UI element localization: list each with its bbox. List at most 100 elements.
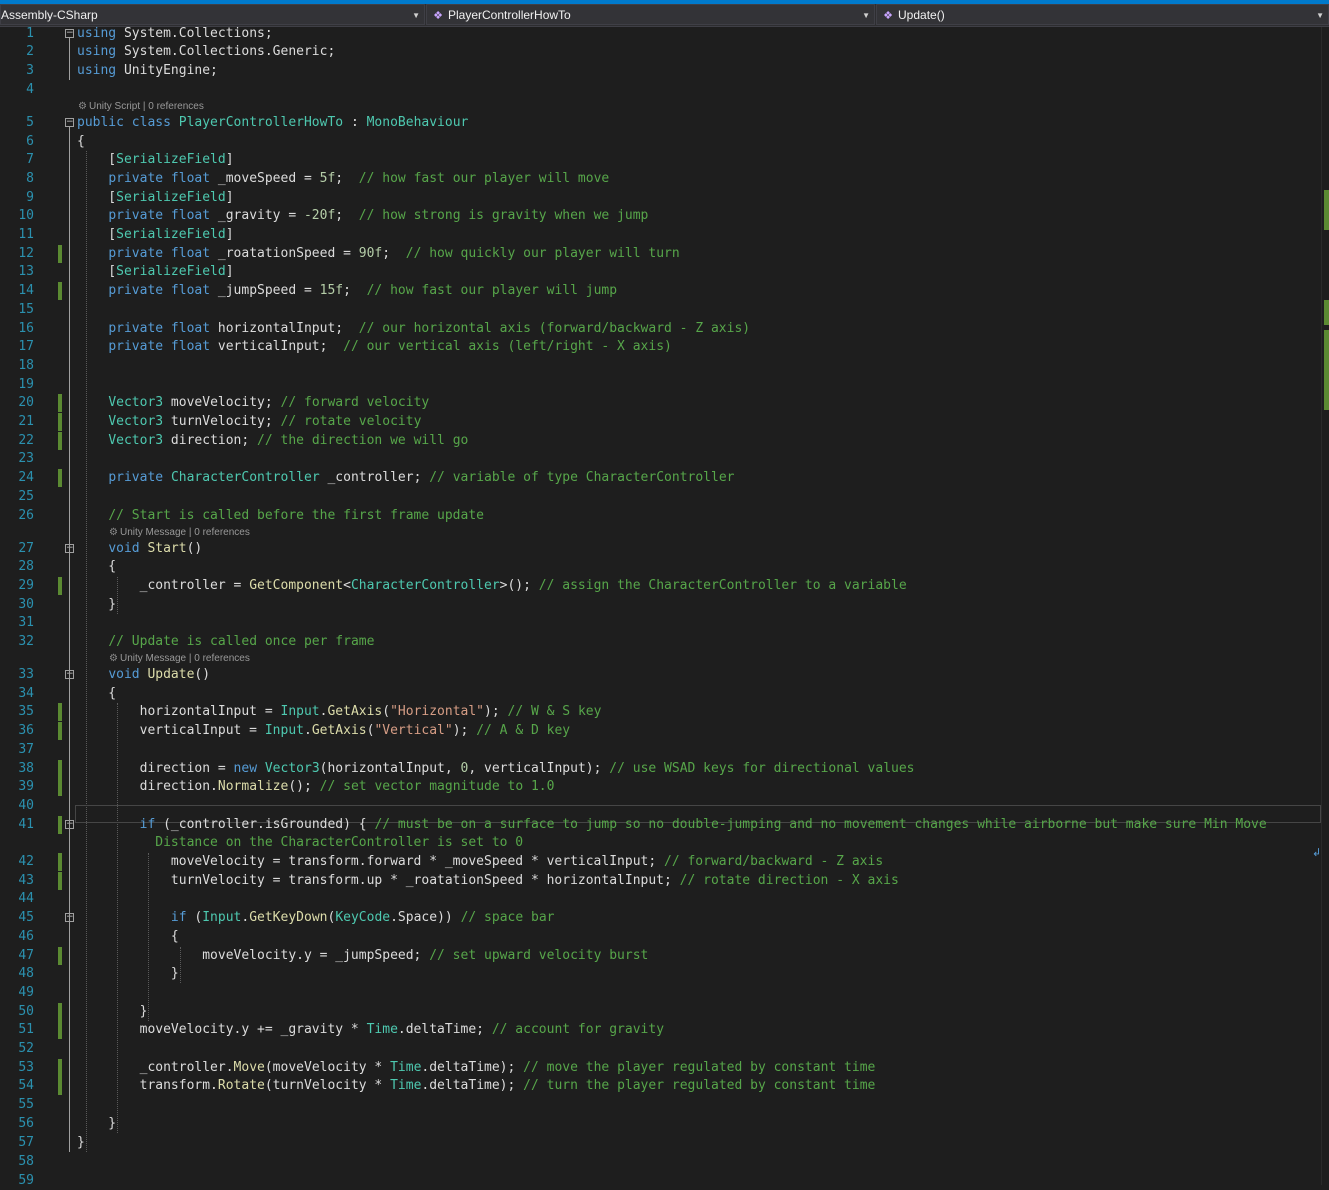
code-line[interactable]: if (Input.GetKeyDown(KeyCode.Space)) // … <box>77 909 555 927</box>
code-token: 90f <box>358 246 383 261</box>
change-marker <box>58 245 62 263</box>
code-line[interactable]: moveVelocity.y += _gravity * Time.deltaT… <box>77 1021 664 1039</box>
code-line[interactable]: public class PlayerControllerHowTo : Mon… <box>77 114 468 132</box>
collapse-icon[interactable]: − <box>65 29 74 38</box>
code-line[interactable]: [SerializeField] <box>77 263 233 281</box>
line-number: 59 <box>18 1173 34 1188</box>
code-line[interactable]: } <box>77 1134 85 1152</box>
code-token: private float <box>108 321 218 336</box>
code-line[interactable]: verticalInput = Input.GetAxis("Vertical"… <box>77 722 571 740</box>
collapse-icon[interactable]: − <box>65 118 74 127</box>
code-line[interactable]: _controller = GetComponent<CharacterCont… <box>77 577 907 595</box>
code-line[interactable]: void Start() <box>77 540 202 558</box>
code-token: direction; <box>163 433 258 448</box>
code-line[interactable]: private float _moveSpeed = 5f; // how fa… <box>77 170 609 188</box>
code-token: // how strong is gravity when we jump <box>358 208 649 223</box>
code-line[interactable]: } <box>77 596 116 614</box>
code-line[interactable]: { <box>77 928 179 946</box>
line-number: 48 <box>18 966 34 981</box>
code-token: ; <box>343 283 367 298</box>
code-line[interactable]: moveVelocity = transform.forward * _move… <box>77 853 883 871</box>
code-line[interactable]: // Update is called once per frame <box>77 633 374 651</box>
code-line[interactable]: } <box>77 1115 116 1133</box>
code-token: verticalInput = <box>77 723 265 738</box>
code-editor[interactable]: 1 2 3 4 5 6 7 8 9 10 11 12 13 14 15 16 17 18 19 20 21 22 23 24 2… <box>0 25 1329 1188</box>
line-number: 56 <box>18 1116 34 1131</box>
code-line[interactable]: [SerializeField] <box>77 189 233 207</box>
line-number: 6 <box>26 134 34 149</box>
code-line[interactable]: { <box>77 685 116 703</box>
code-line[interactable]: transform.Rotate(turnVelocity * Time.del… <box>77 1077 876 1095</box>
code-line[interactable]: Vector3 turnVelocity; // rotate velocity <box>77 413 421 431</box>
codelens-reference[interactable]: ⚙ Unity Message | 0 references <box>109 653 250 665</box>
code-token: () <box>194 667 211 682</box>
code-line[interactable]: } <box>77 965 179 983</box>
line-number: 10 <box>18 208 34 223</box>
code-line[interactable]: private float _gravity = -20f; // how st… <box>77 207 648 225</box>
code-line[interactable]: horizontalInput = Input.GetAxis("Horizon… <box>77 703 602 721</box>
code-line[interactable]: Distance on the CharacterController is s… <box>77 834 523 852</box>
line-number: 28 <box>18 559 34 574</box>
code-line[interactable]: { <box>77 558 116 576</box>
code-token: (moveVelocity * <box>264 1060 391 1075</box>
code-token: _controller. <box>77 1060 234 1075</box>
line-number: 33 <box>18 667 34 682</box>
code-line[interactable]: private float _roatationSpeed = 90f; // … <box>77 245 679 263</box>
project-dropdown[interactable]: Assembly-CSharp ▼ <box>0 4 425 25</box>
chevron-down-icon: ▼ <box>1316 11 1324 20</box>
code-line[interactable]: private float verticalInput; // our vert… <box>77 338 672 356</box>
code-line[interactable]: private CharacterController _controller;… <box>77 469 734 487</box>
code-line[interactable]: _controller.Move(moveVelocity * Time.del… <box>77 1059 876 1077</box>
code-token: moveVelocity.y = _jumpSpeed; <box>77 948 430 963</box>
code-line[interactable]: using System.Collections; <box>77 25 273 43</box>
code-line[interactable]: private float _jumpSpeed = 15f; // how f… <box>77 282 617 300</box>
code-line[interactable]: if (_controller.isGrounded) { // must be… <box>77 816 1267 834</box>
code-token: PlayerControllerHowTo <box>178 115 344 130</box>
type-dropdown[interactable]: ❖ PlayerControllerHowTo ▼ <box>426 4 875 25</box>
line-number: 38 <box>18 761 34 776</box>
code-token: private float <box>108 339 218 354</box>
code-token: Start <box>147 541 187 556</box>
chevron-down-icon: ▼ <box>862 11 870 20</box>
codelens-reference[interactable]: ⚙ Unity Message | 0 references <box>109 527 250 539</box>
change-marker <box>58 947 62 965</box>
code-token: moveVelocity.y += _gravity * <box>77 1022 367 1037</box>
line-number: 43 <box>18 873 34 888</box>
line-number: 51 <box>18 1022 34 1037</box>
code-line[interactable]: turnVelocity = transform.up * _roatation… <box>77 872 899 890</box>
code-line[interactable]: private float horizontalInput; // our ho… <box>77 320 750 338</box>
code-line[interactable]: using System.Collections.Generic; <box>77 43 335 61</box>
code-line[interactable]: direction = new Vector3(horizontalInput,… <box>77 760 915 778</box>
code-token: // the direction we will go <box>257 433 469 448</box>
line-number: 41 <box>18 817 34 832</box>
code-line[interactable]: void Update() <box>77 666 210 684</box>
line-number: 30 <box>18 597 34 612</box>
code-token: ] <box>225 227 234 242</box>
code-line[interactable]: // Start is called before the first fram… <box>77 507 484 525</box>
code-line[interactable]: using UnityEngine; <box>77 62 218 80</box>
member-dropdown[interactable]: ❖ Update() ▼ <box>876 4 1329 25</box>
codelens-reference[interactable]: ⚙ Unity Script | 0 references <box>78 101 204 113</box>
code-line[interactable]: Vector3 moveVelocity; // forward velocit… <box>77 394 429 412</box>
code-line[interactable]: direction.Normalize(); // set vector mag… <box>77 778 555 796</box>
code-token: CharacterController <box>350 578 500 593</box>
code-token: // our vertical axis (left/right - X axi… <box>343 339 672 354</box>
line-number: 12 <box>18 246 34 261</box>
code-line[interactable]: } <box>77 1003 148 1021</box>
vertical-scrollbar[interactable] <box>1321 27 1329 1185</box>
code-token: // forward/backward - Z axis <box>664 854 884 869</box>
line-number: 1 <box>26 26 34 41</box>
code-token: if <box>139 817 164 832</box>
code-token: // rotate velocity <box>280 414 422 429</box>
code-token: // move the player regulated by constant… <box>523 1060 876 1075</box>
code-line[interactable]: [SerializeField] <box>77 226 234 244</box>
code-line[interactable]: moveVelocity.y = _jumpSpeed; // set upwa… <box>77 947 648 965</box>
code-line[interactable]: [SerializeField] <box>77 151 233 169</box>
code-token: Vector3 <box>264 761 320 776</box>
scrollbar-change-mark <box>1324 300 1329 325</box>
code-line[interactable]: Vector3 direction; // the direction we w… <box>77 432 468 450</box>
code-line[interactable]: { <box>77 133 85 151</box>
code-token: // set vector magnitude to 1.0 <box>319 779 555 794</box>
